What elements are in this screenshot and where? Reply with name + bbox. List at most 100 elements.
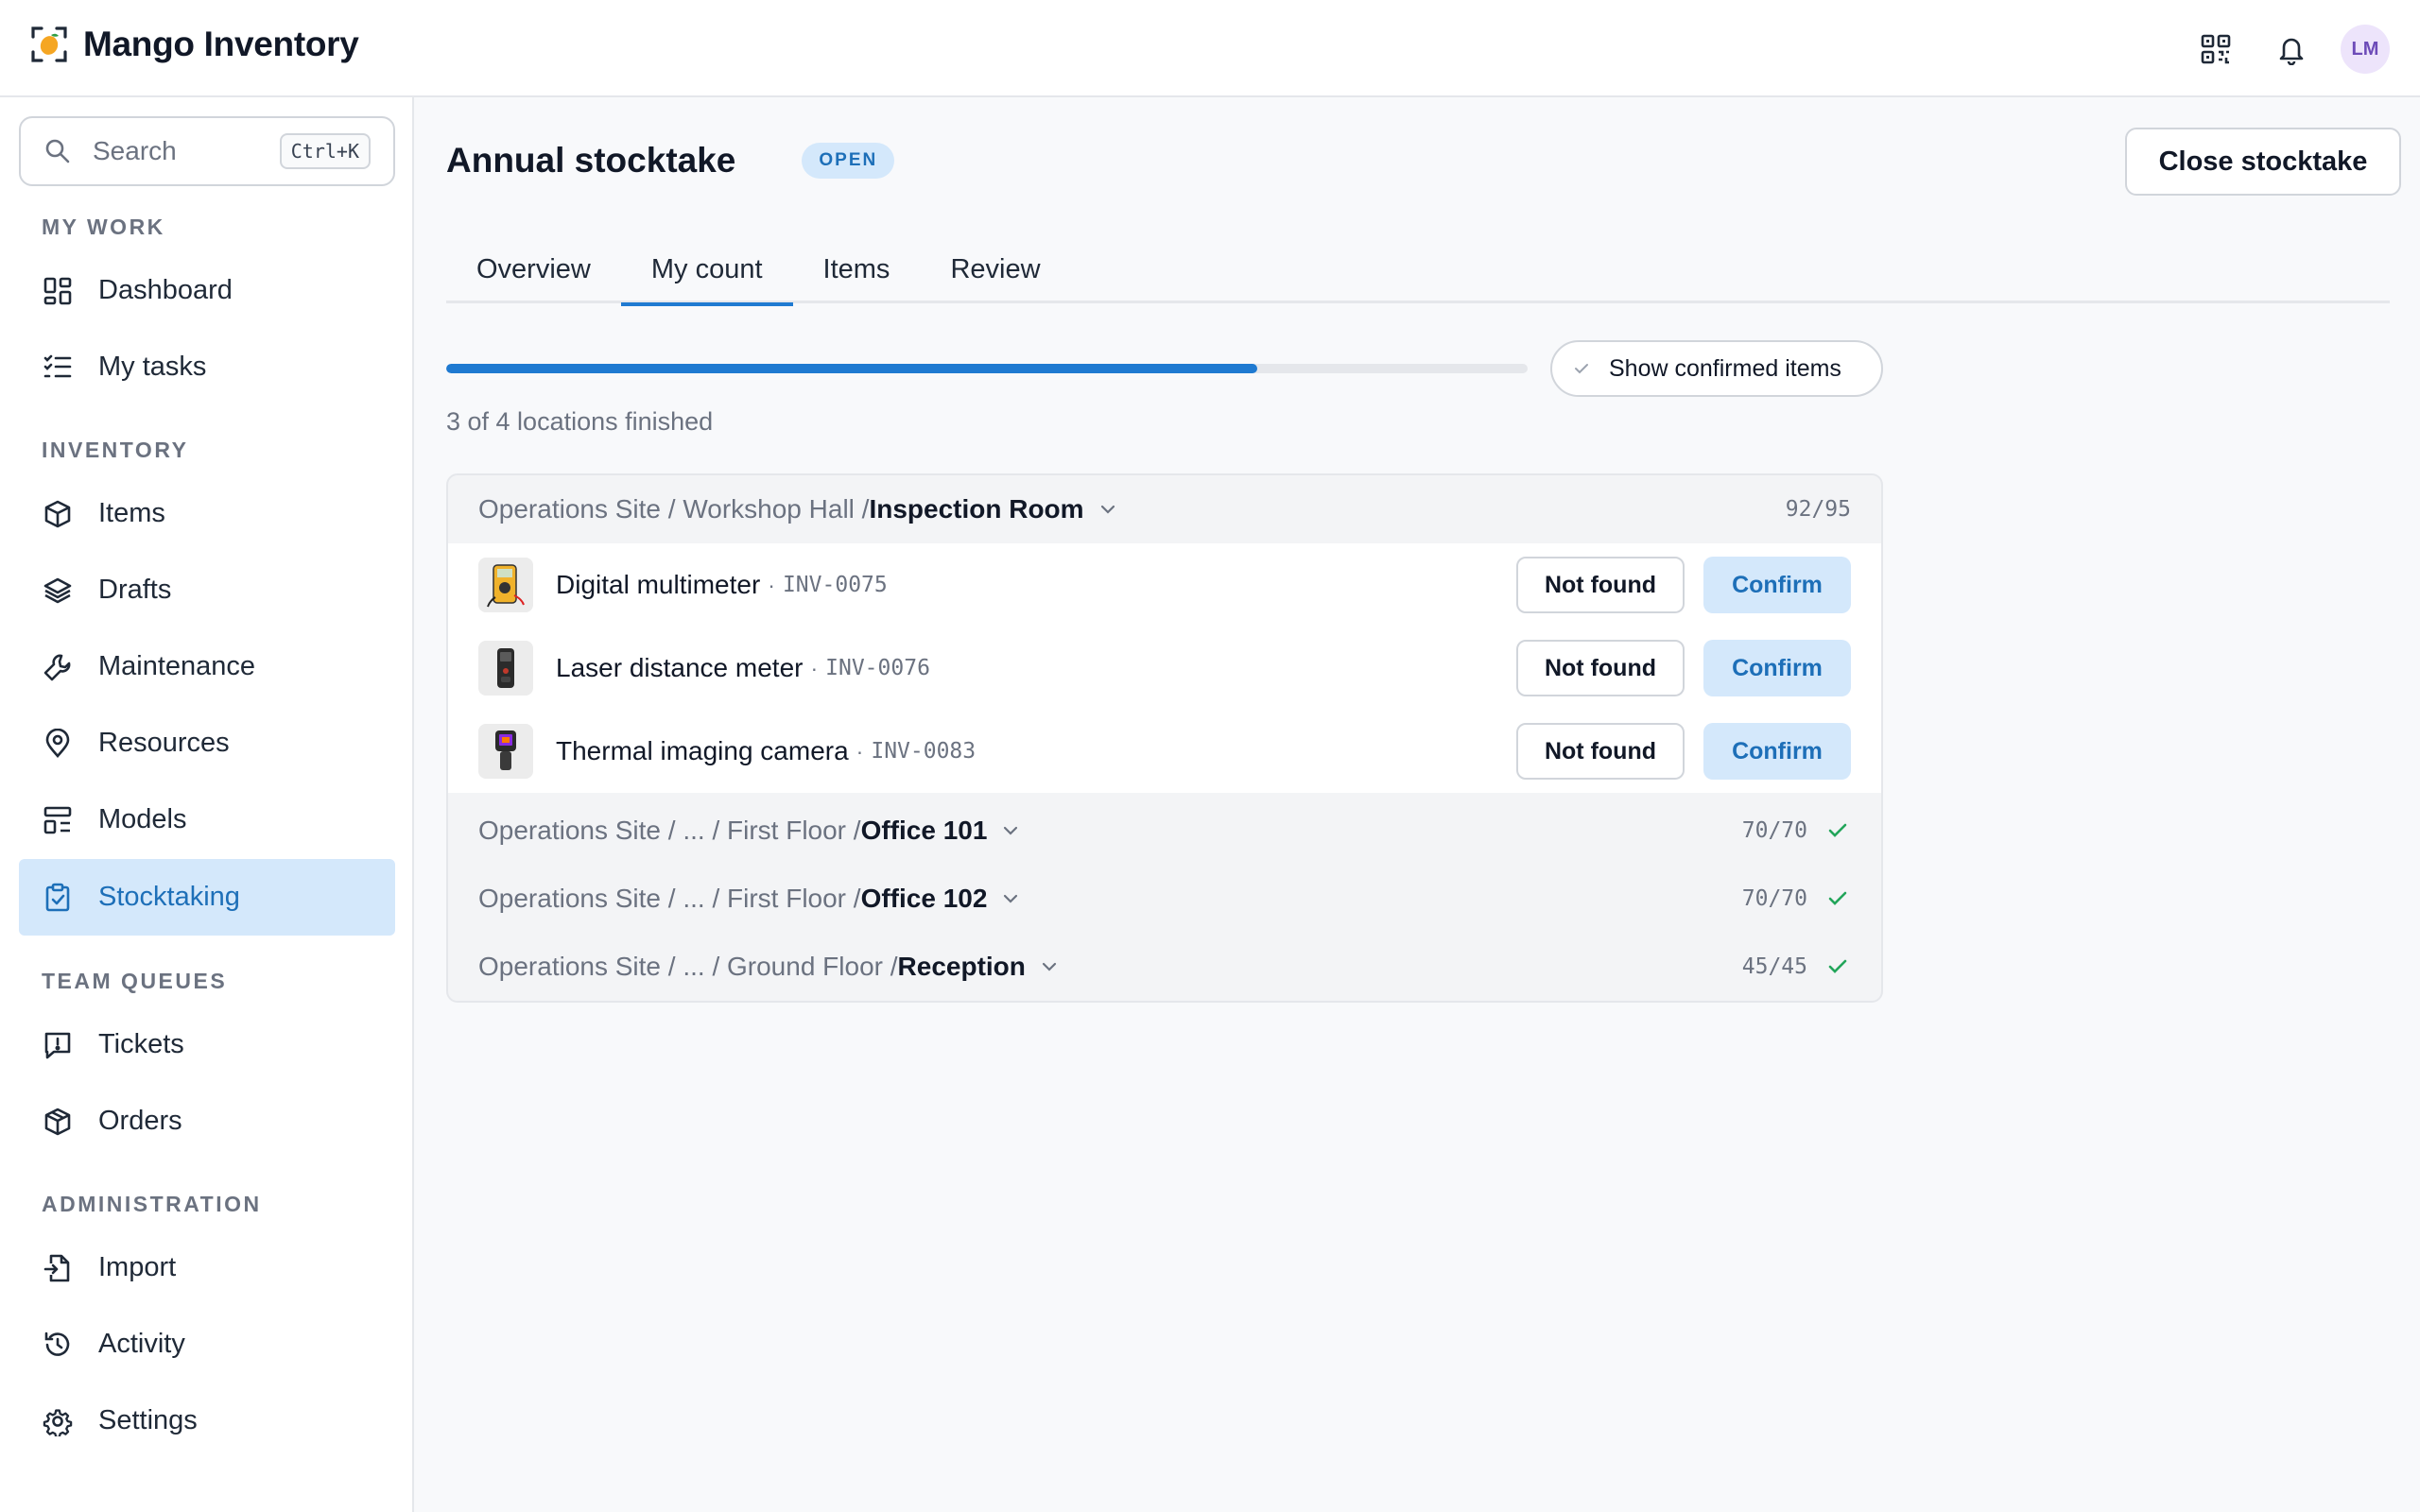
box-icon [42, 498, 74, 530]
sidebar-item-label: Settings [98, 1405, 198, 1435]
sidebar-item-label: Items [98, 498, 165, 528]
item-name: Laser distance meter [556, 653, 804, 682]
sidebar-item-label: Maintenance [98, 651, 256, 681]
sidebar-item-label: My tasks [98, 352, 207, 382]
list-item: Thermal imaging camera · INV-0083 Not fo… [448, 710, 1881, 793]
locations-panel: Operations Site / Workshop Hall / Inspec… [446, 473, 1883, 1003]
section-team-queues: TEAM QUEUES [42, 969, 228, 993]
sidebar-item-label: Stocktaking [98, 882, 240, 912]
list-item: Digital multimeter · INV-0075 Not found … [448, 543, 1881, 627]
top-bar: Mango Inventory LM [0, 0, 2420, 97]
item-code: INV-0083 [871, 739, 977, 764]
chevron-down-icon[interactable] [1039, 956, 1060, 977]
not-found-button[interactable]: Not found [1516, 557, 1685, 613]
location-name: Inspection Room [869, 494, 1084, 524]
check-icon [1824, 885, 1851, 912]
location-row[interactable]: Operations Site / Workshop Hall / Inspec… [448, 475, 1881, 543]
search-input[interactable]: Search Ctrl+K [19, 116, 395, 186]
sidebar-item-models[interactable]: Models [19, 782, 395, 858]
multimeter-thumbnail [478, 558, 533, 612]
check-icon [1824, 954, 1851, 980]
location-count: 70/70 [1741, 818, 1807, 843]
item-name: Digital multimeter [556, 570, 761, 599]
item-separator: · [768, 572, 775, 597]
status-badge: OPEN [802, 143, 895, 179]
location-path: Operations Site / ... / Ground Floor / [478, 952, 898, 981]
location-path: Operations Site / ... / First Floor / [478, 884, 861, 913]
sidebar-item-stocktaking[interactable]: Stocktaking [19, 859, 395, 936]
item-separator: · [810, 655, 819, 680]
chevron-down-icon[interactable] [1000, 888, 1021, 909]
confirm-button[interactable]: Confirm [1703, 640, 1851, 696]
location-count: 45/45 [1741, 954, 1807, 979]
models-icon [42, 804, 74, 836]
sidebar-item-dashboard[interactable]: Dashboard [19, 252, 395, 329]
item-name: Thermal imaging camera [556, 736, 849, 765]
sidebar-item-label: Import [98, 1252, 177, 1282]
chevron-down-icon[interactable] [1098, 499, 1118, 520]
sidebar-item-label: Tickets [98, 1029, 184, 1059]
location-row[interactable]: Operations Site / ... / First Floor / Of… [448, 797, 1881, 865]
file-import-icon [42, 1252, 74, 1284]
sidebar-item-settings[interactable]: Settings [19, 1383, 395, 1459]
location-name: Office 102 [860, 884, 988, 913]
progress-bar [446, 364, 1528, 373]
tab-items[interactable]: Items [793, 235, 921, 303]
progress-text: 3 of 4 locations finished [446, 407, 714, 436]
qr-code-icon[interactable] [2189, 23, 2242, 76]
location-path: Operations Site / ... / First Floor / [478, 816, 861, 845]
clipboard-check-icon [42, 882, 74, 914]
not-found-button[interactable]: Not found [1516, 723, 1685, 780]
location-path: Operations Site / Workshop Hall / [478, 494, 870, 524]
sidebar-item-resources[interactable]: Resources [19, 705, 395, 782]
confirm-button[interactable]: Confirm [1703, 557, 1851, 613]
sidebar-item-import[interactable]: Import [19, 1229, 395, 1306]
section-inventory: INVENTORY [42, 438, 189, 462]
mango-logo-icon [31, 26, 67, 62]
item-separator: · [856, 738, 864, 764]
sidebar-item-tickets[interactable]: Tickets [19, 1006, 395, 1083]
confirm-button[interactable]: Confirm [1703, 723, 1851, 780]
sidebar-item-maintenance[interactable]: Maintenance [19, 628, 395, 705]
progress-fill [446, 364, 1257, 373]
item-code: INV-0076 [825, 656, 930, 680]
close-stocktake-button[interactable]: Close stocktake [2125, 128, 2401, 196]
check-icon [1824, 817, 1851, 844]
bell-icon[interactable] [2265, 23, 2318, 76]
dashboard-icon [42, 275, 74, 307]
search-icon [45, 139, 70, 163]
sidebar-item-label: Models [98, 804, 187, 834]
sidebar-item-drafts[interactable]: Drafts [19, 552, 395, 628]
chevron-down-icon[interactable] [1000, 820, 1021, 841]
sidebar-item-my-tasks[interactable]: My tasks [19, 329, 395, 405]
app-name: Mango Inventory [83, 25, 359, 63]
sidebar-item-activity[interactable]: Activity [19, 1306, 395, 1383]
user-avatar[interactable]: LM [2341, 25, 2390, 74]
thermal-camera-thumbnail [478, 724, 533, 779]
sidebar: Search Ctrl+K MY WORK Dashboard My tasks… [0, 97, 414, 1512]
section-administration: ADMINISTRATION [42, 1192, 262, 1216]
tab-overview[interactable]: Overview [446, 235, 621, 303]
sidebar-item-label: Dashboard [98, 275, 233, 305]
check-icon [1575, 364, 1588, 374]
show-confirmed-toggle[interactable]: Show confirmed items [1550, 340, 1883, 397]
history-icon [42, 1329, 74, 1361]
layers-icon [42, 575, 74, 607]
location-row[interactable]: Operations Site / ... / First Floor / Of… [448, 865, 1881, 933]
package-icon [42, 1106, 74, 1138]
page-title: Annual stocktake [446, 141, 736, 180]
sidebar-item-orders[interactable]: Orders [19, 1083, 395, 1160]
item-code: INV-0075 [782, 573, 888, 597]
gear-icon [42, 1405, 74, 1437]
section-my-work: MY WORK [42, 215, 165, 239]
location-name: Office 101 [860, 816, 988, 845]
sidebar-item-label: Orders [98, 1106, 182, 1136]
sidebar-item-items[interactable]: Items [19, 475, 395, 552]
not-found-button[interactable]: Not found [1516, 640, 1685, 696]
laser-meter-thumbnail [478, 641, 533, 696]
brand[interactable]: Mango Inventory [30, 25, 359, 64]
list-item: Laser distance meter · INV-0076 Not foun… [448, 627, 1881, 710]
location-row[interactable]: Operations Site / ... / Ground Floor / R… [448, 933, 1881, 1001]
tab-my-count[interactable]: My count [620, 235, 793, 306]
tab-review[interactable]: Review [920, 235, 1070, 303]
